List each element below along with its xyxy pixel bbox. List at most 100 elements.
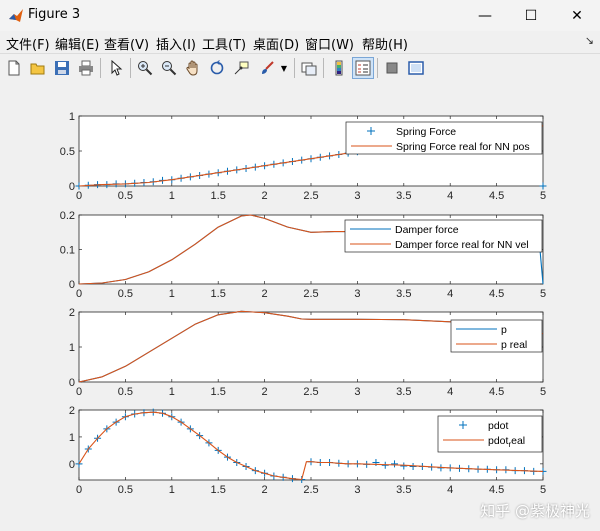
x-tick-label: 5 — [540, 288, 546, 300]
title-bar[interactable]: Figure 3 — ☐ ✕ — [0, 0, 600, 31]
x-tick-label: 2 — [262, 386, 268, 398]
window-title: Figure 3 — [28, 7, 81, 22]
toolbar: ▼ — [0, 53, 600, 83]
menu-file[interactable]: 文件(F) — [6, 34, 50, 53]
chevron-down-icon: ▼ — [280, 63, 288, 73]
x-tick-label: 3 — [354, 484, 360, 496]
legend-icon — [355, 60, 371, 76]
printer-icon — [79, 60, 93, 76]
zoom-out-button[interactable] — [158, 57, 180, 79]
print-button[interactable] — [75, 57, 97, 79]
x-tick-label: 1 — [169, 288, 175, 300]
x-tick-label: 1 — [169, 190, 175, 202]
x-tick-label: 2 — [262, 288, 268, 300]
legend-button[interactable] — [352, 57, 374, 79]
x-tick-label: 0 — [76, 288, 82, 300]
y-tick-label: 0.2 — [60, 210, 75, 222]
legend-label: Spring Force real for NN pos — [396, 141, 530, 153]
y-tick-label: 1 — [69, 342, 75, 354]
maximize-icon: ☐ — [524, 7, 538, 24]
plot-canvas: 0 0.5 1 1.5 2 2.5 3 3.5 4 4.5 5 0 0.5 1 Spring Force Sp… — [60, 111, 547, 496]
y-tick-label: 0.5 — [60, 146, 75, 158]
save-button[interactable] — [51, 57, 73, 79]
brush-dropdown-button[interactable]: ▼ — [278, 57, 290, 79]
y-tick-label: 0 — [69, 459, 75, 471]
menu-view[interactable]: 查看(V) — [104, 34, 149, 53]
colorbar-icon — [335, 60, 343, 76]
legend-label: Damper force real for NN vel — [395, 239, 529, 251]
menu-edit[interactable]: 编辑(E) — [55, 34, 99, 53]
rotate-3d-icon — [210, 60, 224, 75]
zoom-out-icon — [162, 61, 177, 76]
select-button[interactable] — [105, 57, 127, 79]
x-tick-label: 2 — [262, 190, 268, 202]
zoom-in-button[interactable] — [134, 57, 156, 79]
menu-insert[interactable]: 插入(I) — [156, 34, 196, 53]
new-figure-button[interactable] — [3, 57, 25, 79]
open-file-button[interactable] — [27, 57, 49, 79]
legend-suffix: eal — [511, 435, 525, 447]
x-tick-label: 1.5 — [211, 484, 226, 496]
x-tick-label: 4 — [447, 190, 453, 202]
zoom-in-icon — [138, 61, 153, 76]
hide-plot-tools-button[interactable] — [381, 57, 403, 79]
menu-desktop[interactable]: 桌面(D) — [253, 34, 299, 53]
x-tick-label: 2.5 — [303, 190, 318, 202]
hide-plot-tools-icon — [386, 62, 398, 74]
toolbar-separator — [294, 58, 295, 78]
x-tick-label: 3.5 — [396, 386, 411, 398]
x-tick-label: 0.5 — [118, 484, 133, 496]
x-tick-label: 2.5 — [303, 288, 318, 300]
matlab-logo-icon — [9, 9, 23, 22]
menu-bar: 文件(F) 编辑(E) 查看(V) 插入(I) 工具(T) 桌面(D) 窗口(W… — [0, 31, 600, 53]
close-button[interactable]: ✕ — [554, 0, 600, 31]
x-tick-label: 4 — [447, 288, 453, 300]
x-tick-label: 3.5 — [396, 484, 411, 496]
y-tick-label: 0 — [69, 377, 75, 389]
x-tick-label: 0 — [76, 386, 82, 398]
data-cursor-button[interactable] — [230, 57, 252, 79]
new-figure-icon — [8, 60, 20, 76]
show-plot-tools-button[interactable] — [405, 57, 427, 79]
y-tick-label: 0 — [69, 279, 75, 291]
y-tick-label: 1 — [69, 432, 75, 444]
y-tick-label: 0.1 — [60, 245, 75, 257]
brush-button[interactable] — [256, 57, 278, 79]
x-tick-label: 3 — [354, 386, 360, 398]
x-tick-label: 4.5 — [489, 386, 504, 398]
figure-window: Figure 3 — ☐ ✕ 文件(F) 编辑(E) 查看(V) 插入(I) 工… — [0, 0, 600, 531]
save-disk-icon — [55, 61, 69, 75]
link-plot-icon — [301, 62, 317, 76]
x-tick-label: 0.5 — [118, 386, 133, 398]
menu-window[interactable]: 窗口(W) — [305, 34, 354, 53]
x-tick-label: 3 — [354, 190, 360, 202]
menu-tools[interactable]: 工具(T) — [202, 34, 246, 53]
pan-button[interactable] — [182, 57, 204, 79]
hand-pan-icon — [186, 60, 198, 76]
x-tick-label: 2 — [262, 484, 268, 496]
colorbar-button[interactable] — [328, 57, 350, 79]
menu-help[interactable]: 帮助(H) — [362, 34, 408, 53]
folder-open-icon — [30, 63, 45, 75]
link-plot-button[interactable] — [298, 57, 320, 79]
minimize-button[interactable]: — — [462, 0, 508, 31]
x-tick-label: 1.5 — [211, 386, 226, 398]
toolbar-separator — [100, 58, 101, 78]
show-plot-tools-icon — [408, 61, 424, 75]
x-tick-label: 0.5 — [118, 288, 133, 300]
x-tick-label: 1 — [169, 386, 175, 398]
legend-label: pdot — [488, 420, 509, 432]
toolbar-separator — [130, 58, 131, 78]
dock-arrow-icon[interactable]: ↘ — [585, 34, 594, 47]
brush-icon — [262, 61, 274, 74]
x-tick-label: 0 — [76, 484, 82, 496]
close-icon: ✕ — [571, 7, 583, 24]
legend-box[interactable] — [450, 319, 543, 353]
x-tick-label: 0.5 — [118, 190, 133, 202]
x-tick-label: 3.5 — [396, 190, 411, 202]
minimize-icon: — — [478, 7, 492, 24]
rotate-button[interactable] — [206, 57, 228, 79]
maximize-button[interactable]: ☐ — [508, 0, 554, 31]
x-tick-label: 1.5 — [211, 288, 226, 300]
toolbar-separator — [377, 58, 378, 78]
